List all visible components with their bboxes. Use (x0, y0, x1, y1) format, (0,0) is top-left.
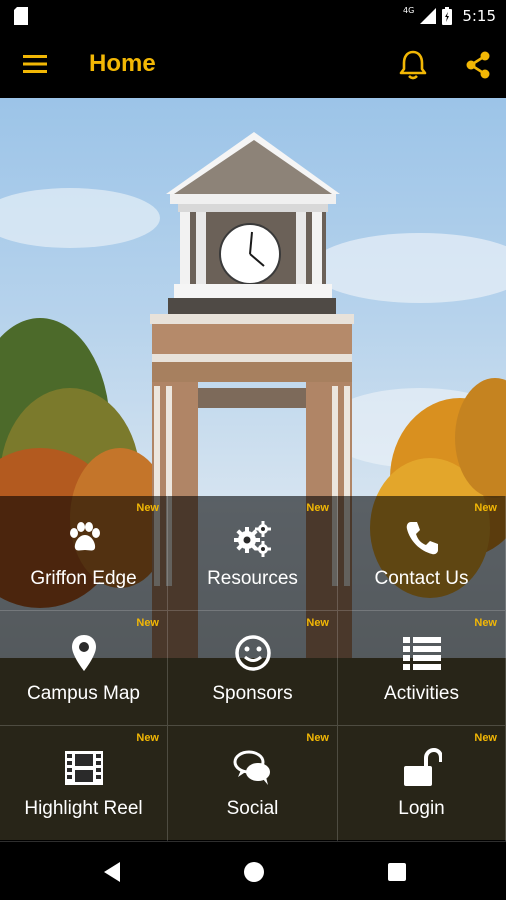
recent-apps-icon[interactable] (387, 862, 407, 882)
page-title: Home (89, 50, 156, 77)
new-badge: New (306, 732, 329, 744)
tile-login[interactable]: New Login (338, 726, 506, 842)
new-badge: New (474, 732, 497, 744)
new-badge: New (136, 617, 159, 629)
tile-griffon-edge[interactable]: New Griffon Edge (0, 496, 168, 611)
smiley-icon (234, 635, 271, 671)
tile-sponsors[interactable]: New Sponsors (168, 611, 338, 726)
tile-label: Griffon Edge (30, 568, 137, 589)
tile-label: Activities (384, 683, 459, 704)
tile-contact-us[interactable]: New Contact Us (338, 496, 506, 611)
tile-resources[interactable]: New Resources (168, 496, 338, 611)
chat-bubbles-icon (233, 750, 270, 785)
tile-social[interactable]: New Social (168, 726, 338, 842)
tile-label: Resources (207, 568, 298, 589)
new-badge: New (136, 732, 159, 744)
tile-highlight-reel[interactable]: New Highlight Reel (0, 726, 168, 842)
app-bar: Home (0, 32, 506, 98)
tile-label: Social (226, 798, 279, 819)
back-icon[interactable] (102, 861, 122, 883)
paw-icon (69, 522, 100, 551)
tile-campus-map[interactable]: New Campus Map (0, 611, 168, 726)
sim-card-icon (14, 7, 28, 29)
new-badge: New (474, 617, 497, 629)
bell-icon[interactable] (398, 49, 428, 81)
list-icon (402, 637, 441, 670)
new-badge: New (136, 502, 159, 514)
signal-icon (420, 8, 437, 24)
unlock-icon (403, 748, 442, 786)
status-icons: 4G 5:15 (403, 5, 496, 27)
menu-grid: New Griffon Edge New Resources New Conta… (0, 496, 506, 842)
status-bar: 4G 5:15 (0, 0, 506, 32)
status-time: 5:15 (462, 7, 496, 25)
film-icon (64, 751, 103, 785)
home-icon[interactable] (243, 861, 265, 883)
tile-activities[interactable]: New Activities (338, 611, 506, 726)
navigation-bar (0, 842, 506, 900)
tile-label: Sponsors (212, 683, 293, 704)
tile-label: Campus Map (27, 683, 140, 704)
tile-label: Highlight Reel (24, 798, 143, 819)
gears-icon (233, 521, 271, 557)
new-badge: New (474, 502, 497, 514)
tile-label: Contact Us (374, 568, 469, 589)
menu-icon[interactable] (22, 52, 48, 76)
tile-label: Login (398, 798, 445, 819)
phone-icon (406, 522, 438, 555)
battery-icon (442, 7, 453, 25)
network-type-label: 4G (403, 5, 415, 15)
new-badge: New (306, 502, 329, 514)
new-badge: New (306, 617, 329, 629)
map-pin-icon (71, 635, 96, 671)
share-icon[interactable] (465, 51, 491, 79)
